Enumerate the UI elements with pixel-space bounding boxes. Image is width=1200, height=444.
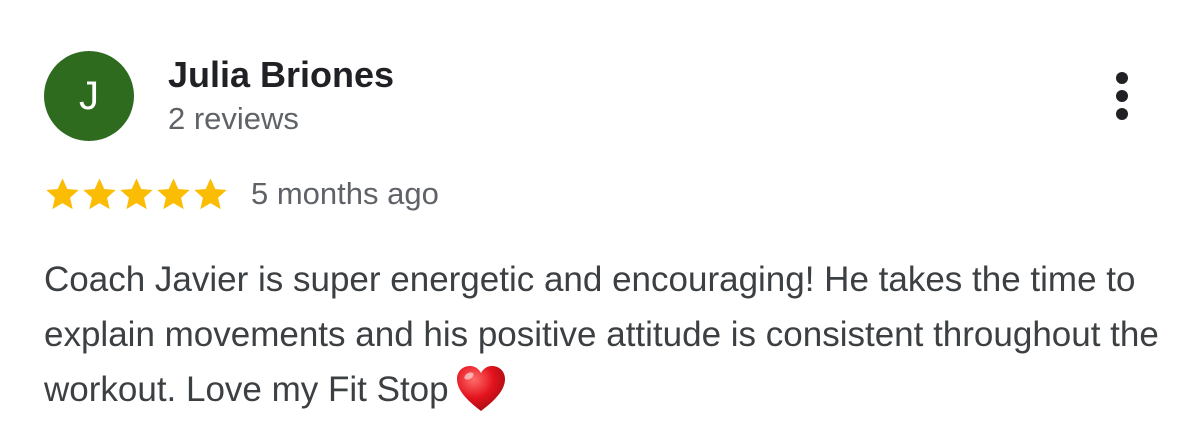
star-icon: [120, 177, 153, 209]
rating-row: 5 months ago: [44, 172, 439, 216]
review-time: 5 months ago: [251, 176, 439, 211]
more-options-button[interactable]: [1102, 66, 1142, 126]
reviewer-name[interactable]: Julia Briones: [168, 53, 394, 97]
star-icon: [157, 177, 190, 209]
star-rating: [44, 176, 229, 213]
star-icon: [194, 177, 227, 209]
star-icon: [83, 177, 116, 209]
star-icon: [46, 177, 79, 209]
review-text: Coach Javier is super energetic and enco…: [44, 252, 1164, 417]
avatar[interactable]: J: [44, 51, 134, 141]
review-card: J Julia Briones 2 reviews 5 months ago C…: [0, 0, 1200, 444]
heart-icon: [456, 366, 505, 411]
review-body: Coach Javier is super energetic and enco…: [44, 260, 1159, 409]
avatar-initial: J: [79, 73, 99, 118]
more-vertical-icon: [1116, 72, 1128, 120]
review-count[interactable]: 2 reviews: [168, 100, 299, 138]
